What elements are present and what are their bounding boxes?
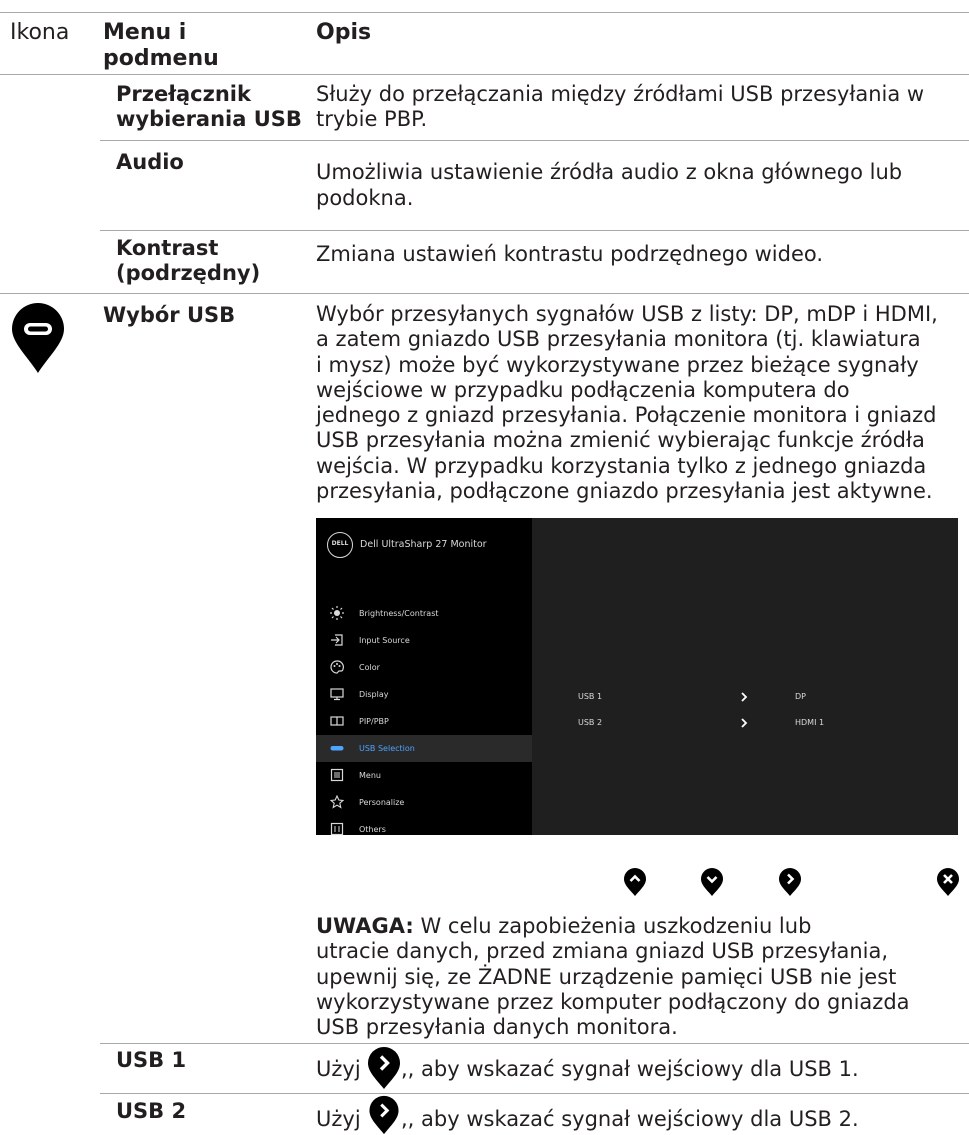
- row-contrast-name-2: (podrzędny): [116, 261, 261, 285]
- note-text: W celu zapobieżenia uszkodzeniu lub: [413, 914, 812, 938]
- header-menu-col-line1: Menu i: [103, 20, 187, 45]
- osd-item-display[interactable]: Display: [316, 681, 532, 708]
- header-menu-col-line2: podmenu: [103, 46, 219, 71]
- osd-option-usb2-label: USB 2: [578, 718, 603, 727]
- desc-line: i mysz) może być wykorzystywane przez bi…: [316, 352, 919, 377]
- row-audio-desc-2: podokna.: [316, 186, 414, 210]
- monitor-icon: [330, 688, 344, 701]
- desc-line: a zatem gniazdo USB przesyłania monitora…: [316, 327, 921, 352]
- osd-item-menu[interactable]: Menu: [316, 762, 532, 789]
- row-usb1-desc-suffix: ,, aby wskazać sygnał wejściowy dla USB …: [401, 1057, 859, 1081]
- row-usb-selection-name: Wybór USB: [103, 303, 236, 327]
- osd-item-label: PIP/PBP: [359, 717, 389, 726]
- row-contrast-name-1: Kontrast: [116, 236, 219, 260]
- input-icon: [331, 634, 343, 646]
- usb-selection-pin-icon: [10, 301, 66, 379]
- osd-item-label: Personalize: [359, 798, 405, 807]
- dell-logo: DELL: [327, 532, 353, 558]
- palette-icon: [330, 660, 344, 674]
- desc-line: USB przesyłania można zmienić wybierając…: [316, 428, 925, 453]
- osd-item-personalize[interactable]: Personalize: [316, 789, 532, 816]
- row-usb2-desc-prefix: Użyj: [316, 1107, 361, 1131]
- osd-title: Dell UltraSharp 27 Monitor: [360, 539, 487, 550]
- osd-option-usb2-value[interactable]: HDMI 1: [795, 718, 824, 727]
- right-icon: [779, 868, 801, 896]
- osd-item-label: Menu: [359, 771, 381, 780]
- right-icon: [369, 1095, 399, 1135]
- row-usb-switch-desc-1: Służy do przełączania między źródłami US…: [316, 82, 925, 106]
- osd-option-usb1-value[interactable]: DP: [795, 692, 806, 701]
- row-audio-name: Audio: [116, 150, 184, 174]
- note-label: UWAGA:: [316, 914, 414, 938]
- osd-options-panel: USB 1 DP USB 2 HDMI 1: [532, 518, 958, 835]
- row-audio-desc-1: Umożliwia ustawienie źródła audio z okna…: [316, 160, 903, 184]
- desc-line: wejścia. W przypadku korzystania tylko z…: [316, 453, 927, 478]
- chevron-right-icon: [741, 692, 748, 702]
- row-usb1-desc-prefix: Użyj: [316, 1057, 361, 1081]
- row-usb-switch-desc-2: trybie PBP.: [316, 107, 428, 131]
- osd-item-label: Others: [359, 825, 386, 834]
- osd-menu-panel: DELL Dell UltraSharp 27 Monitor Brightne…: [316, 518, 532, 836]
- osd-item-label: Input Source: [359, 636, 410, 645]
- osd-item-others[interactable]: Others: [316, 816, 532, 836]
- star-icon: [330, 795, 344, 809]
- note-line: utracie danych, przed zmiana gniazd USB …: [316, 939, 889, 964]
- row-usb-switch-name-1: Przełącznik: [116, 82, 251, 106]
- sun-icon: [330, 606, 344, 620]
- usb-selection-note: UWAGA: W celu zapobieżenia uszkodzeniu l…: [316, 914, 910, 1040]
- osd-item-label: Brightness/Contrast: [359, 609, 439, 618]
- header-desc-col: Opis: [316, 20, 372, 45]
- dell-logo-text: DELL: [331, 540, 349, 547]
- osd-screenshot: DELL Dell UltraSharp 27 Monitor Brightne…: [316, 518, 958, 836]
- osd-item-label: Display: [359, 690, 389, 699]
- desc-line: przesyłania, podłączone gniazdo przesyła…: [316, 479, 933, 504]
- osd-item-pip-pbp[interactable]: PIP/PBP: [316, 708, 532, 735]
- desc-line: jednego z gniazd przesyłania. Połączenie…: [316, 403, 937, 428]
- header-icon-col: Ikona: [10, 20, 70, 45]
- down-icon: [701, 868, 723, 896]
- note-line: wykorzystywane przez komputer podłączony…: [316, 989, 910, 1014]
- osd-option-usb1-label: USB 1: [578, 692, 603, 701]
- up-icon: [624, 868, 646, 896]
- osd-item-color[interactable]: Color: [316, 654, 532, 681]
- desc-line: Wybór przesyłanych sygnałów USB z listy:…: [316, 302, 938, 326]
- osd-item-input-source[interactable]: Input Source: [316, 627, 532, 654]
- row-usb2-name: USB 2: [116, 1099, 187, 1123]
- osd-item-label: Color: [359, 663, 380, 672]
- note-first-line: UWAGA: W celu zapobieżenia uszkodzeniu l…: [316, 914, 910, 939]
- others-icon: [330, 822, 344, 836]
- osd-item-usb-selection[interactable]: USB Selection: [316, 735, 532, 762]
- osd-item-brightness[interactable]: Brightness/Contrast: [316, 600, 532, 627]
- menu-icon: [330, 768, 344, 782]
- row-usb1-name: USB 1: [116, 1048, 187, 1072]
- osd-item-label: USB Selection: [359, 744, 415, 753]
- close-icon: [937, 868, 959, 896]
- row-usb2-desc-suffix: ,, aby wskazać sygnał wejściowy dla USB …: [401, 1107, 859, 1131]
- usb-selection-desc: Wybór przesyłanych sygnałów USB z listy:…: [316, 302, 938, 504]
- note-line: USB przesyłania danych monitora.: [316, 1015, 678, 1040]
- row-usb-switch-name-2: wybierania USB: [116, 107, 302, 131]
- usb-icon: [330, 746, 344, 751]
- pip-icon: [330, 716, 344, 726]
- right-icon: [368, 1047, 400, 1089]
- row-contrast-desc: Zmiana ustawień kontrastu podrzędnego wi…: [316, 242, 824, 266]
- chevron-right-icon: [741, 718, 748, 728]
- note-line: upewnij się, ze ŻADNE urządzenie pamięci…: [316, 964, 897, 989]
- desc-line: wejściowe w przypadku podłączenia komput…: [316, 377, 850, 402]
